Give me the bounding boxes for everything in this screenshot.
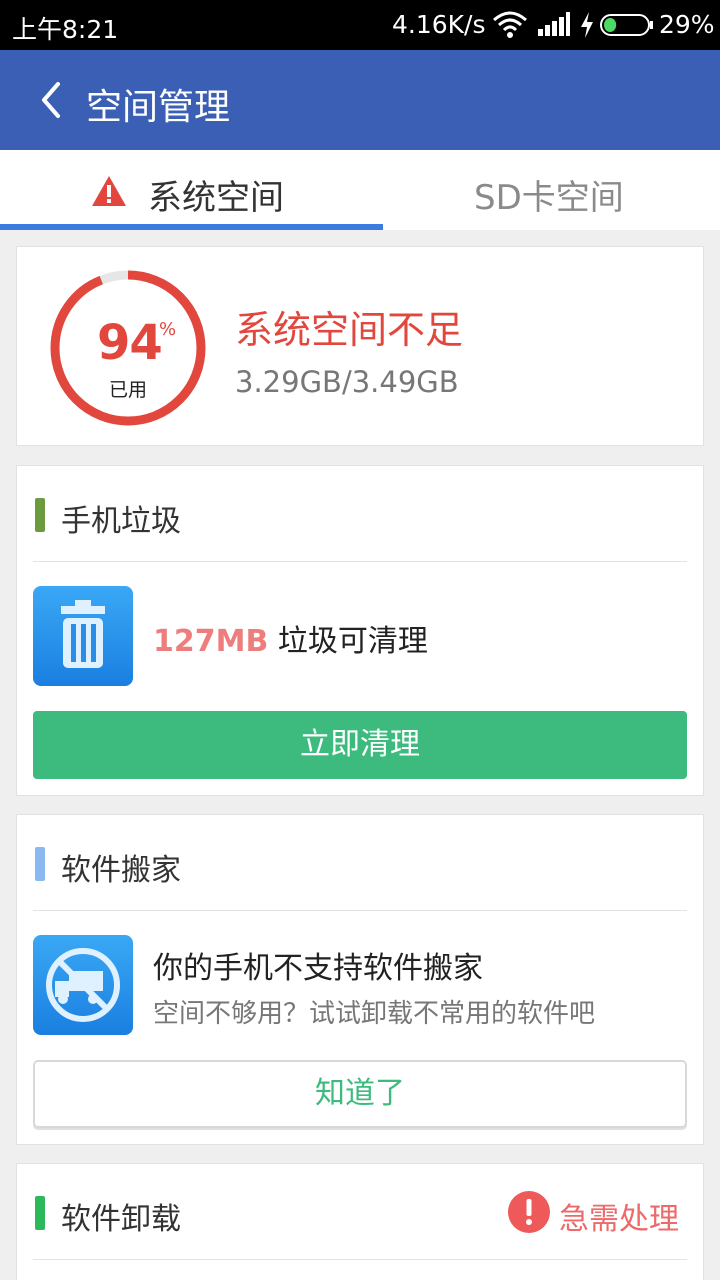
app-move-hint: 空间不够用？试试卸载不常用的软件吧 — [153, 999, 596, 1029]
network-speed: 4.16K/s — [392, 10, 486, 39]
app-bar: 空间管理 — [0, 50, 720, 150]
no-truck-icon — [46, 948, 120, 1022]
charging-icon — [581, 12, 593, 38]
storage-status-title: 系统空间不足 — [235, 308, 464, 352]
divider — [33, 1259, 687, 1260]
tab-sd-card-space[interactable]: SD卡空间 — [360, 150, 720, 230]
phone-junk-card: 手机垃圾 127MB 垃圾可清理 立即清理 — [16, 465, 704, 796]
tab-label: 系统空间 — [148, 178, 284, 218]
junk-amount: 127MB — [153, 624, 269, 659]
trash-app-icon — [33, 586, 133, 686]
trash-icon — [61, 600, 105, 668]
app-uninstall-card[interactable]: 软件卸载 急需处理 — [16, 1163, 704, 1280]
junk-summary: 127MB 垃圾可清理 — [153, 616, 428, 660]
tab-system-space[interactable]: 系统空间 — [0, 150, 360, 230]
battery-icon — [600, 14, 653, 36]
app-move-icon-tile — [33, 935, 133, 1035]
status-time: 上午8:21 — [12, 15, 119, 44]
section-marker — [35, 498, 45, 532]
usage-percent-sign: % — [159, 319, 177, 340]
status-bar: 上午8:21 4.16K/s 29% — [0, 0, 720, 50]
tab-label: SD卡空间 — [474, 178, 624, 218]
wifi-icon — [493, 11, 527, 38]
divider — [33, 910, 687, 911]
section-marker — [35, 1196, 45, 1230]
section-marker — [35, 847, 45, 881]
warning-triangle-icon — [92, 176, 126, 206]
storage-usage-card: 94 % 已用 系统空间不足 3.29GB/3.49GB — [16, 246, 704, 446]
clean-now-button[interactable]: 立即清理 — [33, 711, 687, 779]
active-tab-indicator — [0, 224, 383, 230]
section-title: 软件卸载 — [61, 1202, 181, 1237]
divider — [33, 561, 687, 562]
battery-percent: 29% — [659, 10, 715, 39]
storage-size-text: 3.29GB/3.49GB — [235, 365, 459, 399]
signal-icon — [538, 12, 570, 36]
alert-icon — [508, 1191, 550, 1233]
usage-used-label: 已用 — [109, 379, 148, 401]
back-arrow-icon[interactable] — [36, 80, 66, 120]
section-title: 手机垃圾 — [61, 504, 181, 539]
got-it-button[interactable]: 知道了 — [33, 1060, 687, 1128]
app-move-card: 软件搬家 你的手机不支持软件搬家 空间不够用？试试卸载不常用的软件吧 知道了 — [16, 814, 704, 1145]
page-title: 空间管理 — [86, 87, 231, 128]
urgent-badge: 急需处理 — [559, 1202, 679, 1237]
section-title: 软件搬家 — [61, 853, 181, 888]
junk-suffix: 垃圾可清理 — [268, 624, 428, 659]
usage-percent: 94 — [97, 315, 163, 371]
tab-bar: 系统空间 SD卡空间 — [0, 150, 720, 230]
app-move-message: 你的手机不支持软件搬家 — [153, 951, 483, 986]
